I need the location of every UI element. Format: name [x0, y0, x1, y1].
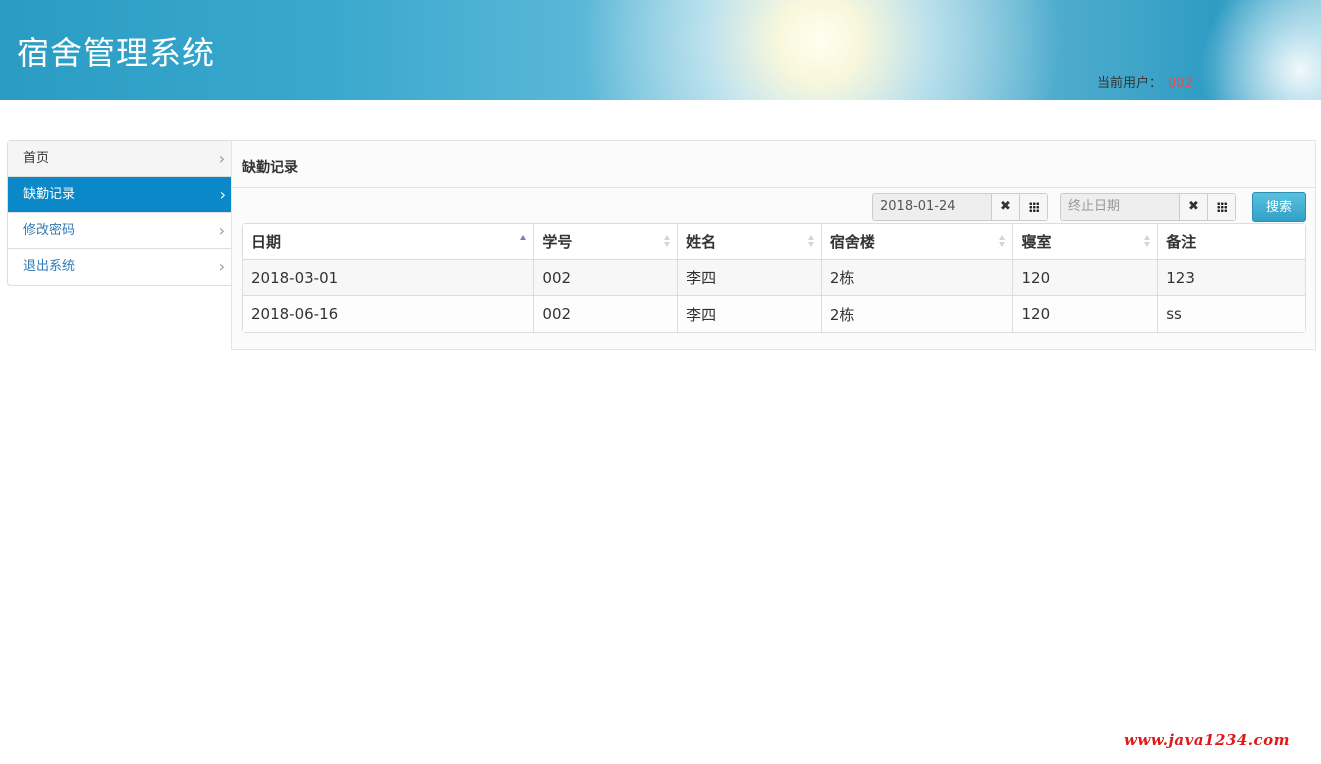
app-title: 宿舍管理系统 [17, 34, 216, 72]
end-date-calendar-button[interactable] [1208, 194, 1235, 220]
cell-building: 2栋 [821, 260, 1014, 296]
absence-table: 日期 学号 姓名 宿舍楼 寝室 备注 2018-03-01 002 李四 2栋 … [242, 223, 1306, 333]
table-header-row: 日期 学号 姓名 宿舍楼 寝室 备注 [243, 224, 1305, 260]
column-header-label: 宿舍楼 [829, 233, 875, 251]
page-title: 缺勤记录 [242, 160, 298, 176]
cell-name: 李四 [678, 260, 822, 296]
cell-building: 2栋 [821, 296, 1014, 332]
start-date-input[interactable]: 2018-01-24 [873, 194, 992, 220]
cell-student-id: 002 [534, 260, 679, 296]
current-user-label: 当前用户： [1097, 76, 1163, 91]
cell-room: 120 [1013, 260, 1159, 296]
start-date-picker: 2018-01-24 ✖ [872, 193, 1048, 221]
cell-date: 2018-03-01 [243, 260, 535, 296]
column-header-label: 寝室 [1021, 233, 1052, 251]
main-panel: 缺勤记录 2018-01-24 ✖ 终止日期 ✖ 搜索 日期 学号 姓名 宿舍楼… [231, 140, 1316, 350]
cell-remark: ss [1158, 296, 1305, 332]
chevron-right-icon: › [218, 221, 225, 240]
column-header-label: 日期 [251, 233, 282, 251]
sidebar-item-label: 修改密码 [23, 223, 76, 238]
sort-icon [999, 234, 1006, 248]
grid-icon [1216, 201, 1227, 212]
start-date-clear-button[interactable]: ✖ [992, 194, 1020, 220]
sort-icon [1144, 234, 1151, 248]
watermark: www.java1234.com [1124, 731, 1291, 749]
chevron-right-icon: › [218, 257, 225, 276]
sidebar-item-absence-records[interactable]: 缺勤记录 › [8, 177, 237, 213]
close-icon: ✖ [1000, 199, 1011, 214]
column-header-student-id[interactable]: 学号 [534, 224, 679, 260]
grid-icon [1028, 201, 1039, 212]
sidebar-item-home[interactable]: 首页 › [8, 141, 233, 177]
cell-remark: 123 [1158, 260, 1305, 296]
end-date-input[interactable]: 终止日期 [1061, 194, 1180, 220]
cell-date: 2018-06-16 [243, 296, 535, 332]
sidebar-item-label: 首页 [23, 151, 50, 166]
end-date-clear-button[interactable]: ✖ [1180, 194, 1208, 220]
page-header: 宿舍管理系统 当前用户： 002 [0, 0, 1321, 100]
divider [232, 187, 1315, 188]
sort-asc-icon [520, 234, 527, 248]
cell-student-id: 002 [534, 296, 679, 332]
chevron-right-icon: › [219, 185, 226, 204]
column-header-label: 学号 [542, 233, 573, 251]
column-header-building[interactable]: 宿舍楼 [821, 224, 1014, 260]
sort-icon [807, 234, 815, 248]
end-date-picker: 终止日期 ✖ [1060, 193, 1236, 221]
column-header-remark[interactable]: 备注 [1158, 224, 1305, 260]
column-header-name[interactable]: 姓名 [678, 224, 822, 260]
close-icon: ✖ [1188, 199, 1199, 214]
sidebar-item-logout[interactable]: 退出系统 › [8, 249, 233, 285]
sidebar-item-change-password[interactable]: 修改密码 › [8, 213, 233, 249]
column-header-label: 备注 [1166, 233, 1197, 251]
start-date-calendar-button[interactable] [1020, 194, 1047, 220]
sidebar: 首页 › 缺勤记录 › 修改密码 › 退出系统 › [7, 140, 237, 286]
column-header-label: 姓名 [686, 233, 717, 251]
cell-name: 李四 [678, 296, 822, 332]
current-user-id: 002 [1168, 76, 1193, 91]
column-header-room[interactable]: 寝室 [1013, 224, 1159, 260]
table-row[interactable]: 2018-03-01 002 李四 2栋 120 123 [243, 260, 1305, 296]
sidebar-item-label: 缺勤记录 [23, 187, 76, 202]
cell-room: 120 [1013, 296, 1159, 332]
search-button[interactable]: 搜索 [1252, 192, 1306, 222]
sidebar-item-label: 退出系统 [23, 259, 76, 274]
chevron-right-icon: › [218, 149, 225, 168]
sort-icon [664, 234, 671, 248]
table-row[interactable]: 2018-06-16 002 李四 2栋 120 ss [243, 296, 1305, 332]
current-user: 当前用户： 002 [1097, 72, 1193, 91]
column-header-date[interactable]: 日期 [243, 224, 535, 260]
